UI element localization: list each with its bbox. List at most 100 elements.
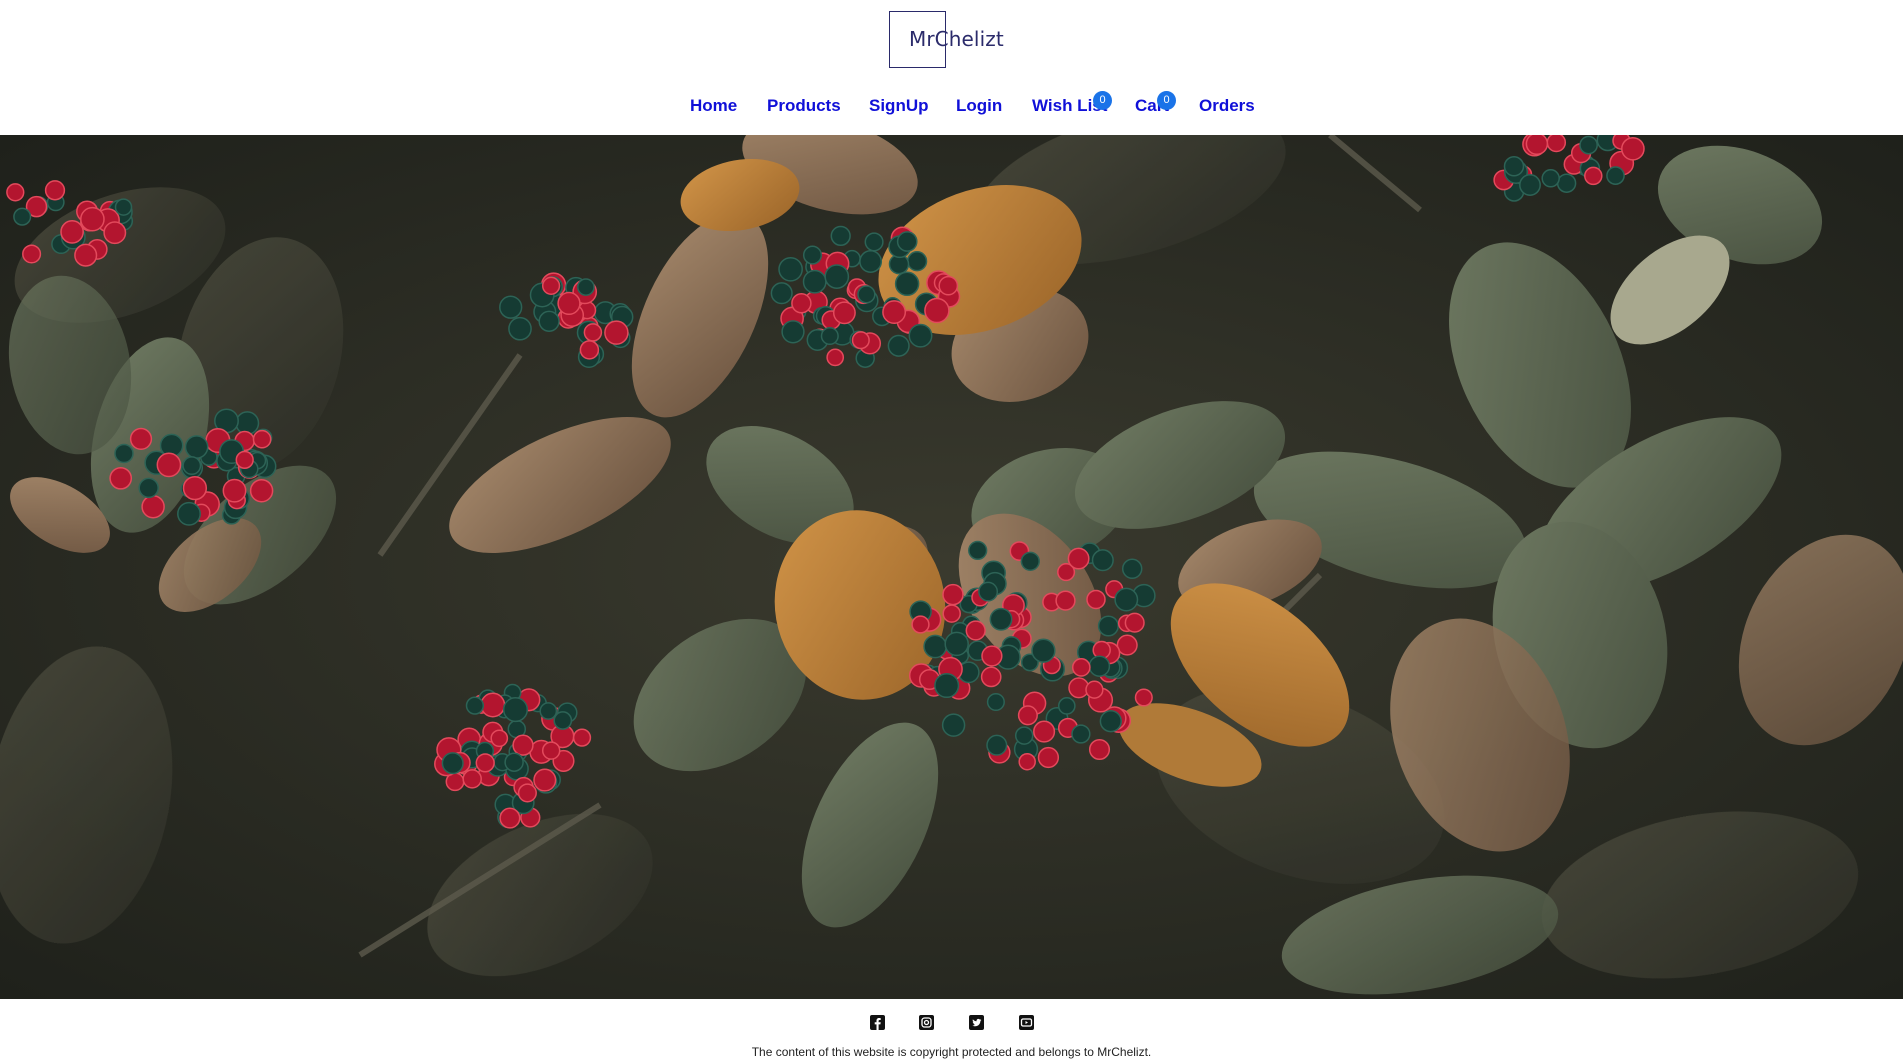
site-header: MrChelizt Home Products SignUp Login Wis… [0, 0, 1903, 135]
red-berry [1086, 589, 1106, 610]
green-berry [968, 540, 988, 561]
green-berry [1099, 710, 1122, 733]
red-berry [1037, 746, 1060, 769]
hero-banner [0, 135, 1903, 999]
green-berry [13, 207, 32, 226]
red-berry [1071, 658, 1091, 677]
green-berry [887, 334, 910, 357]
red-berry [980, 666, 1002, 688]
green-berry [1519, 174, 1541, 196]
green-berry [923, 634, 948, 659]
red-berry [541, 741, 561, 760]
green-berry [1091, 549, 1114, 572]
green-berry [553, 711, 573, 730]
copyright-text: The content of this website is copyright… [751, 1045, 1152, 1059]
nav-login[interactable]: Login [956, 96, 1002, 116]
nav-products[interactable]: Products [767, 96, 841, 116]
red-berry [851, 331, 870, 350]
green-berry [1031, 638, 1056, 663]
green-berry [1057, 697, 1076, 715]
red-berry [475, 753, 495, 773]
red-berry [1116, 634, 1138, 656]
green-berry [441, 752, 464, 775]
green-berry [864, 232, 884, 252]
green-berry [770, 282, 793, 305]
red-berry [129, 427, 153, 451]
green-berry [1556, 173, 1577, 193]
nav-signup[interactable]: SignUp [869, 96, 929, 116]
green-berry [934, 672, 960, 699]
green-berry [802, 269, 827, 294]
red-berry [1525, 135, 1549, 156]
twitter-icon[interactable] [969, 1015, 984, 1030]
instagram-icon[interactable] [919, 1015, 934, 1030]
wishlist-count-badge: 0 [1093, 91, 1112, 110]
red-berry [911, 615, 930, 634]
red-berry [942, 604, 961, 623]
hero-photo [0, 135, 1903, 999]
red-berry [583, 323, 603, 342]
red-berry [1124, 612, 1145, 633]
green-berry [986, 692, 1005, 712]
red-berry [1546, 135, 1567, 153]
main-nav: Home Products SignUp Login Wish List Car… [0, 91, 1903, 122]
green-berry [778, 256, 803, 282]
red-berry [791, 293, 812, 314]
green-berry [802, 245, 823, 265]
green-berry [182, 456, 202, 476]
red-berry [965, 620, 986, 641]
green-berry [978, 581, 999, 602]
facebook-icon[interactable] [870, 1015, 885, 1030]
green-berry [781, 320, 805, 344]
red-berry [490, 729, 509, 748]
green-berry [1020, 551, 1040, 571]
red-berry [512, 734, 534, 756]
red-berry [1621, 136, 1645, 161]
green-berry [499, 295, 523, 319]
red-berry [882, 300, 907, 325]
red-berry [1134, 688, 1153, 707]
red-berry [1018, 752, 1036, 771]
red-berry [6, 183, 25, 202]
red-berry [1088, 738, 1111, 761]
green-berry [944, 631, 969, 657]
red-berry [235, 450, 254, 470]
red-berry [604, 320, 629, 345]
logo-text[interactable]: MrChelizt [909, 27, 1004, 51]
site-footer: The content of this website is copyright… [0, 999, 1903, 1064]
red-berry [103, 221, 127, 245]
youtube-icon[interactable] [1019, 1015, 1034, 1030]
red-berry [109, 466, 133, 490]
red-berry [541, 276, 561, 295]
green-berry [859, 250, 883, 273]
nav-orders[interactable]: Orders [1199, 96, 1255, 116]
red-berry [74, 243, 98, 267]
green-berry [857, 285, 876, 304]
green-berry [1121, 558, 1143, 580]
green-berry [830, 225, 851, 247]
red-berry [572, 728, 592, 747]
green-berry [894, 271, 920, 297]
green-berry [1014, 726, 1034, 745]
nav-home[interactable]: Home [690, 96, 737, 116]
red-berry [22, 244, 42, 264]
red-berry [938, 275, 959, 296]
red-berry [60, 220, 84, 244]
green-berry [896, 231, 918, 252]
green-berry [114, 198, 133, 216]
red-berry [252, 429, 272, 449]
red-berry [1085, 680, 1104, 699]
green-berry [138, 477, 159, 499]
red-berry [924, 297, 950, 324]
red-berry [1033, 720, 1056, 743]
red-berry [579, 340, 600, 360]
green-berry [1503, 156, 1525, 177]
green-berry [1541, 169, 1560, 188]
red-berry [1067, 547, 1090, 570]
green-berry [177, 501, 201, 526]
green-berry [941, 713, 966, 737]
red-berry [462, 769, 482, 789]
green-berry [1606, 166, 1625, 185]
green-berry [114, 443, 134, 464]
red-berry [480, 692, 506, 718]
